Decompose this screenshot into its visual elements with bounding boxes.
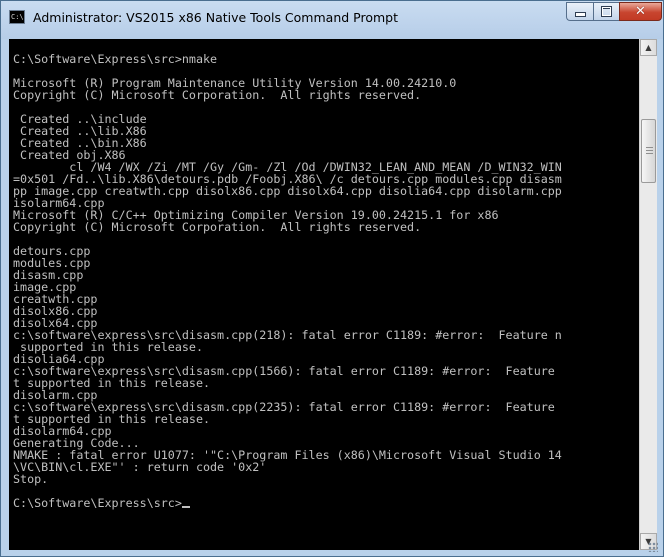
console-line: C:\Software\Express\src> <box>13 497 562 509</box>
grip-line <box>646 153 653 154</box>
console-line: disasm.cpp <box>13 268 84 282</box>
minimize-button[interactable] <box>566 2 593 21</box>
console-line: C:\Software\Express\src>nmake <box>13 52 218 66</box>
console-line: modules.cpp <box>13 256 91 270</box>
maximize-icon <box>601 6 612 17</box>
resize-grip[interactable] <box>648 542 658 552</box>
minimize-icon <box>574 12 586 17</box>
window-title: Administrator: VS2015 x86 Native Tools C… <box>33 10 398 25</box>
console-window: C:\ Administrator: VS2015 x86 Native Too… <box>0 0 664 557</box>
console-line: Copyright (C) Microsoft Corporation. All… <box>13 88 422 102</box>
maximize-button[interactable] <box>593 2 619 21</box>
title-bar[interactable]: C:\ Administrator: VS2015 x86 Native Too… <box>1 1 663 39</box>
console-line: Copyright (C) Microsoft Corporation. All… <box>13 220 422 234</box>
scroll-thumb[interactable] <box>641 119 656 183</box>
console-line: Stop. <box>13 472 49 486</box>
command-prompt-icon[interactable]: C:\ <box>9 10 25 24</box>
grip-line <box>646 147 653 148</box>
scroll-up-button[interactable]: ▲ <box>640 39 657 56</box>
close-icon: ✕ <box>635 4 646 19</box>
close-button[interactable]: ✕ <box>619 2 662 21</box>
console-line: \VC\BIN\cl.EXE"' : return code '0x2' <box>13 460 267 474</box>
console-output-area[interactable]: C:\Software\Express\src>nmake Microsoft (… <box>9 39 639 550</box>
console-line: detours.cpp <box>13 244 91 258</box>
scroll-up-arrow-icon: ▲ <box>645 43 652 52</box>
text-cursor <box>181 506 190 508</box>
vertical-scrollbar[interactable]: ▲ ▼ <box>639 39 657 550</box>
grip-line <box>646 150 653 151</box>
console-text: C:\Software\Express\src>nmake Microsoft (… <box>13 41 562 509</box>
